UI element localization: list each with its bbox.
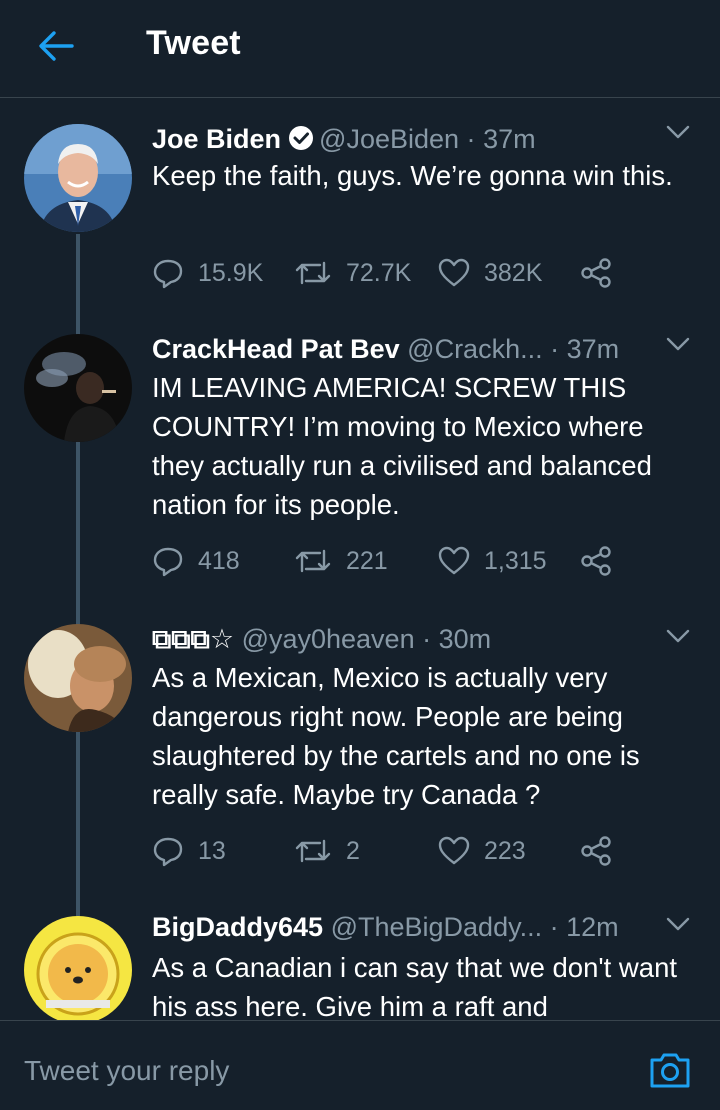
reply-button[interactable]: 13 [152, 831, 226, 871]
timestamp[interactable]: 12m [566, 912, 619, 942]
separator-dot: · [422, 624, 432, 654]
chevron-down-icon [666, 629, 690, 643]
tweet-text: Keep the faith, guys. We’re gonna win th… [152, 160, 673, 191]
timestamp[interactable]: 37m [567, 334, 620, 364]
thread-line [76, 732, 80, 920]
thread-line [76, 442, 80, 626]
reply-icon [153, 259, 183, 289]
retweet-icon [295, 261, 331, 285]
like-button[interactable]: 1,315 [438, 541, 547, 581]
share-icon [581, 258, 611, 288]
tweet-menu-button[interactable] [664, 912, 692, 936]
chevron-down-icon [666, 337, 690, 351]
verified-badge-icon [289, 126, 314, 150]
separator-dot: · [466, 124, 476, 154]
reply-input[interactable] [24, 1051, 584, 1091]
tweet[interactable]: ⧉⧉⧉☆ @yay0heaven · 30m As a Mexican, Mex… [0, 620, 720, 920]
share-button[interactable] [580, 253, 612, 293]
reply-icon [153, 837, 183, 867]
timestamp[interactable]: 37m [483, 124, 536, 154]
heart-icon [438, 836, 470, 865]
arrow-left-icon [39, 31, 74, 61]
display-name[interactable]: BigDaddy645 [152, 912, 323, 942]
tweet-menu-button[interactable] [664, 624, 692, 648]
avatar[interactable] [24, 334, 132, 442]
like-count: 382K [484, 258, 543, 287]
retweet-icon [295, 549, 331, 573]
retweet-icon [295, 839, 331, 863]
share-button[interactable] [580, 541, 612, 581]
tweet-actions: 13 2 223 [152, 831, 696, 871]
heart-icon [438, 258, 470, 287]
avatar[interactable] [24, 916, 132, 1020]
tweet-actions: 418 221 1,315 [152, 541, 696, 581]
like-count: 1,315 [484, 546, 547, 575]
retweet-button[interactable]: 2 [294, 831, 360, 871]
avatar[interactable] [24, 124, 132, 232]
reply-count: 13 [198, 836, 226, 865]
profile-photo [24, 916, 132, 1020]
top-bar: Tweet [0, 0, 720, 98]
back-button[interactable] [34, 24, 78, 68]
tweet-menu-button[interactable] [664, 120, 692, 144]
share-button[interactable] [580, 831, 612, 871]
reply-count: 418 [198, 546, 240, 575]
handle[interactable]: @Crackh... [407, 334, 542, 364]
tweet[interactable]: BigDaddy645 @TheBigDaddy... · 12m As a C… [0, 910, 720, 1020]
heart-icon [438, 546, 470, 575]
avatar[interactable] [24, 624, 132, 732]
like-button[interactable]: 223 [438, 831, 526, 871]
tweet[interactable]: Joe Biden @JoeBiden · 37m Keep the faith,… [0, 116, 720, 338]
display-name[interactable]: ⧉⧉⧉☆ [152, 624, 234, 654]
retweet-count: 72.7K [346, 258, 412, 287]
retweet-button[interactable]: 72.7K [294, 253, 411, 293]
reply-icon [153, 547, 183, 577]
display-name[interactable]: Joe Biden [152, 124, 281, 154]
chevron-down-icon [666, 917, 690, 931]
tweet[interactable]: CrackHead Pat Bev @Crackh... · 37m IM LE… [0, 330, 720, 626]
tweet-text: As a Canadian i can say that we don't wa… [152, 952, 678, 1020]
like-button[interactable]: 382K [438, 253, 542, 293]
tweet-text: IM LEAVING AMERICA! SCREW THIS COUNTRY! … [152, 372, 652, 520]
retweet-button[interactable]: 221 [294, 541, 388, 581]
tweet-text: As a Mexican, Mexico is actually very da… [152, 662, 640, 810]
reply-button[interactable]: 15.9K [152, 253, 263, 293]
display-name[interactable]: CrackHead Pat Bev [152, 334, 400, 364]
profile-photo [24, 124, 132, 232]
handle[interactable]: @JoeBiden [319, 124, 459, 154]
chevron-down-icon [666, 125, 690, 139]
tweet-actions: 15.9K 72.7K 382K [152, 253, 696, 293]
profile-photo [24, 624, 132, 732]
reply-button[interactable]: 418 [152, 541, 240, 581]
camera-icon [650, 1053, 690, 1088]
timestamp[interactable]: 30m [439, 624, 492, 654]
like-count: 223 [484, 836, 526, 865]
share-icon [581, 546, 611, 576]
handle[interactable]: @TheBigDaddy... [331, 912, 543, 942]
page-title: Tweet [146, 24, 241, 62]
camera-button[interactable] [648, 1050, 692, 1090]
retweet-count: 221 [346, 546, 388, 575]
profile-photo [24, 334, 132, 442]
retweet-count: 2 [346, 836, 360, 865]
reply-bar [0, 1020, 720, 1110]
reply-count: 15.9K [198, 258, 264, 287]
tweet-menu-button[interactable] [664, 332, 692, 356]
thread-line [76, 234, 80, 338]
handle[interactable]: @yay0heaven [242, 624, 415, 654]
separator-dot: · [549, 912, 559, 942]
share-icon [581, 836, 611, 866]
separator-dot: · [550, 334, 560, 364]
